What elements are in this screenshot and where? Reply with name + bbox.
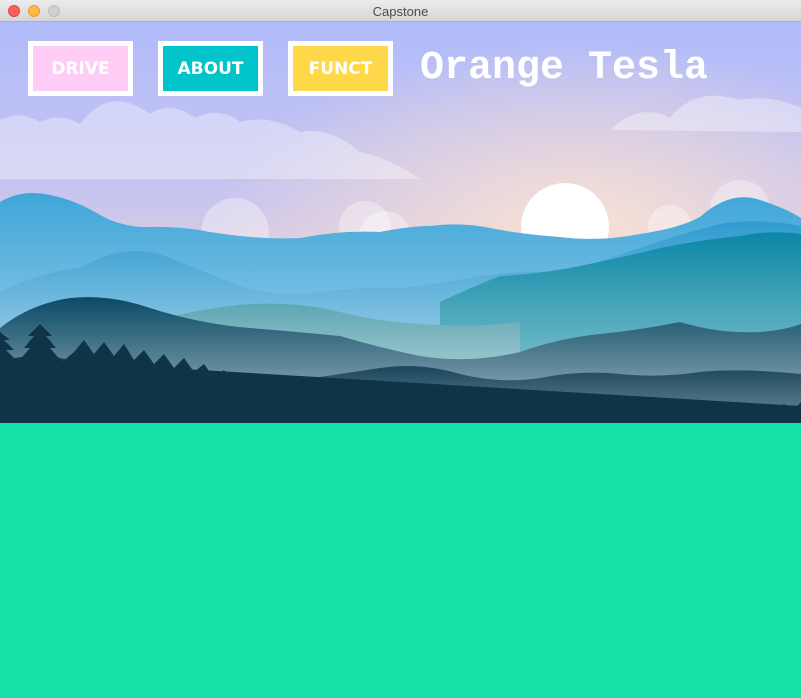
app-content: DRIVE ABOUT FUNCT Orange Tesla — [0, 22, 801, 698]
title-bar: Capstone — [0, 0, 801, 22]
ground-area — [0, 423, 801, 698]
app-title: Orange Tesla — [420, 46, 709, 91]
app-window: Capstone DRIVE ABOUT FUNCT Orange Tesla — [0, 0, 801, 698]
window-title: Capstone — [372, 4, 429, 19]
funct-button[interactable]: FUNCT — [288, 41, 393, 96]
about-button[interactable]: ABOUT — [158, 41, 263, 96]
drive-button[interactable]: DRIVE — [28, 41, 133, 96]
